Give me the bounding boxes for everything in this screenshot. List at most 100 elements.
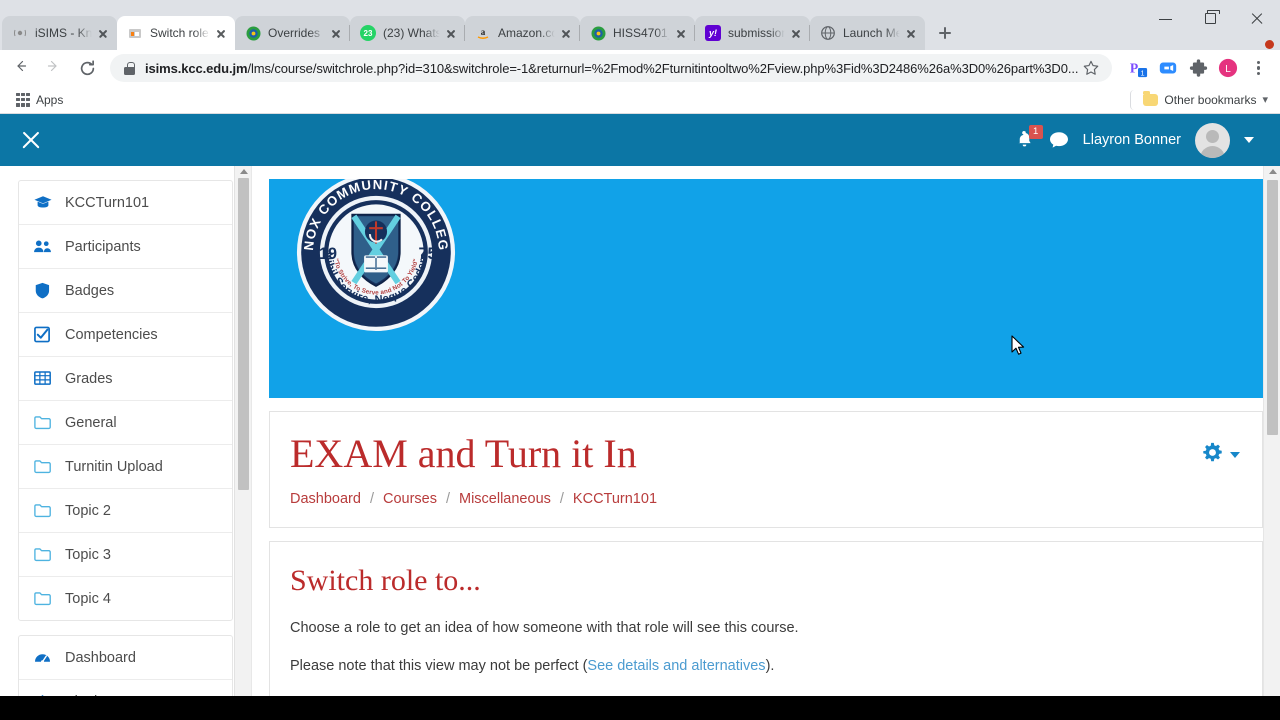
bookmark-apps-label: Apps bbox=[36, 92, 64, 107]
browser-toolbar: isims.kcc.edu.jm/lms/course/switchrole.p… bbox=[0, 50, 1280, 86]
folder-icon bbox=[1143, 91, 1159, 106]
people-icon bbox=[33, 238, 52, 255]
browser-tab-overrides[interactable]: Overrides bbox=[235, 16, 350, 50]
chevron-down-icon[interactable] bbox=[1244, 137, 1254, 143]
bell-icon[interactable]: 1 bbox=[1015, 125, 1043, 151]
browser-tab-hiss4701[interactable]: HISS4701_S1_ bbox=[579, 16, 695, 50]
isims-icon bbox=[12, 25, 28, 41]
reload-button[interactable] bbox=[72, 53, 102, 83]
back-button[interactable] bbox=[8, 53, 38, 83]
bookmark-star-icon[interactable] bbox=[1080, 57, 1102, 79]
close-icon[interactable] bbox=[328, 25, 344, 41]
breadcrumb-item-miscellaneous[interactable]: Miscellaneous bbox=[459, 491, 551, 507]
close-icon[interactable] bbox=[95, 25, 111, 41]
sidebar-item-label: Topic 4 bbox=[65, 590, 111, 607]
close-icon[interactable] bbox=[558, 25, 574, 41]
sidebar-item-dashboard[interactable]: Dashboard bbox=[19, 636, 232, 680]
yahoo-icon: y! bbox=[705, 25, 721, 41]
globe-icon bbox=[820, 25, 836, 41]
sidebar-item-badges[interactable]: Badges bbox=[19, 269, 232, 313]
window-minimize-button[interactable] bbox=[1144, 4, 1189, 34]
sidebar-item-label: Topic 3 bbox=[65, 546, 111, 563]
amazon-icon: a bbox=[475, 25, 491, 41]
scrollbar-thumb[interactable] bbox=[1267, 180, 1278, 435]
breadcrumb-separator: / bbox=[369, 491, 374, 507]
sidebar-item-topic-3[interactable]: Topic 3 bbox=[19, 533, 232, 577]
sidebar-item-topic-2[interactable]: Topic 2 bbox=[19, 489, 232, 533]
bookmark-apps[interactable]: Apps bbox=[8, 90, 71, 110]
browser-tab-title: iSIMS - Knox C bbox=[35, 26, 93, 40]
sidebar-item-label: Badges bbox=[65, 282, 115, 299]
sidebar-item-topic-4[interactable]: Topic 4 bbox=[19, 577, 232, 620]
message-bubble-icon[interactable] bbox=[1049, 131, 1069, 149]
close-icon[interactable] bbox=[673, 25, 689, 41]
gear-icon[interactable] bbox=[1202, 442, 1223, 468]
switch-role-paragraph-2: Please note that this view may not be pe… bbox=[290, 658, 1242, 674]
profile-avatar-icon[interactable]: L bbox=[1214, 54, 1242, 82]
whatsapp-icon: 23 bbox=[360, 25, 376, 41]
folder-icon bbox=[33, 590, 52, 607]
other-bookmarks-button[interactable]: Other bookmarks ▾ bbox=[1130, 89, 1272, 110]
browser-tab-title: HISS4701_S1_ bbox=[613, 26, 671, 40]
notification-badge: 1 bbox=[1028, 125, 1043, 139]
browser-tab-isims[interactable]: iSIMS - Knox C bbox=[2, 16, 117, 50]
breadcrumb: Dashboard / Courses / Miscellaneous / KC… bbox=[290, 491, 1242, 507]
url-domain: isims.kcc.edu.jm bbox=[145, 60, 248, 76]
sidebar-item-general[interactable]: General bbox=[19, 401, 232, 445]
avatar[interactable] bbox=[1195, 122, 1230, 158]
window-maximize-button[interactable] bbox=[1189, 4, 1234, 34]
close-drawer-icon[interactable] bbox=[0, 114, 56, 166]
url-path: /lms/course/switchrole.php?id=310&switch… bbox=[247, 60, 1079, 76]
scroll-up-icon[interactable] bbox=[239, 169, 248, 174]
window-controls bbox=[1144, 0, 1280, 50]
browser-window: iSIMS - Knox C Switch role to... Overrid… bbox=[0, 0, 1280, 720]
scroll-up-icon[interactable] bbox=[1268, 169, 1277, 174]
address-bar[interactable]: isims.kcc.edu.jm/lms/course/switchrole.p… bbox=[110, 54, 1112, 82]
browser-tab-switch-role[interactable]: Switch role to... bbox=[117, 16, 235, 50]
browser-tab-submission[interactable]: y! submission da bbox=[694, 16, 810, 50]
forward-button[interactable] bbox=[40, 53, 70, 83]
sidebar-item-participants[interactable]: Participants bbox=[19, 225, 232, 269]
close-icon[interactable] bbox=[788, 25, 804, 41]
navbar-username[interactable]: Llayron Bonner bbox=[1083, 132, 1181, 148]
sidebar-item-label: Grades bbox=[65, 370, 113, 387]
see-details-and-alternatives-link[interactable]: See details and alternatives bbox=[587, 658, 765, 674]
folder-icon bbox=[33, 458, 52, 475]
grammarly-extension-icon[interactable]: P1 bbox=[1124, 54, 1152, 82]
extensions-puzzle-icon[interactable] bbox=[1184, 54, 1212, 82]
browser-tab-whatsapp[interactable]: 23 (23) WhatsApp bbox=[349, 16, 465, 50]
checkbox-checked-icon bbox=[33, 326, 52, 343]
zoom-extension-icon[interactable] bbox=[1154, 54, 1182, 82]
chevron-down-icon[interactable] bbox=[1230, 452, 1240, 458]
browser-tab-title: Launch Meeti bbox=[843, 26, 901, 40]
breadcrumb-item-kccturn101[interactable]: KCCTurn101 bbox=[573, 491, 657, 507]
breadcrumb-item-dashboard[interactable]: Dashboard bbox=[290, 491, 361, 507]
browser-tabstrip-bar: iSIMS - Knox C Switch role to... Overrid… bbox=[0, 0, 1280, 50]
window-close-button[interactable] bbox=[1234, 4, 1280, 34]
extension-toolbar: P1 L bbox=[1120, 54, 1272, 82]
chrome-menu-icon[interactable] bbox=[1244, 54, 1272, 82]
paragraph-suffix: ). bbox=[765, 658, 775, 674]
browser-tab-title: submission da bbox=[728, 26, 786, 40]
page-scrollbar[interactable] bbox=[1263, 166, 1280, 720]
close-icon[interactable] bbox=[443, 25, 459, 41]
browser-tab-amazon[interactable]: a Amazon.com T bbox=[464, 16, 580, 50]
new-tab-button[interactable] bbox=[931, 19, 959, 47]
course-settings-menu-button[interactable] bbox=[1202, 442, 1240, 468]
drawer-scrollbar[interactable] bbox=[234, 166, 251, 720]
extension-badge-count: 1 bbox=[1141, 68, 1145, 77]
paragraph-prefix: Please note that this view may not be pe… bbox=[290, 658, 588, 674]
sidebar-item-label: KCCTurn101 bbox=[65, 194, 150, 211]
apps-grid-icon bbox=[16, 92, 30, 107]
browser-tab-launch-meeting[interactable]: Launch Meeti bbox=[809, 16, 925, 50]
scrollbar-thumb[interactable] bbox=[238, 178, 249, 490]
address-bar-url: isims.kcc.edu.jm/lms/course/switchrole.p… bbox=[145, 61, 1080, 76]
sidebar-item-kccturn101[interactable]: KCCTurn101 bbox=[19, 181, 232, 225]
svg-text:L: L bbox=[1225, 64, 1231, 75]
breadcrumb-item-courses[interactable]: Courses bbox=[383, 491, 437, 507]
close-icon[interactable] bbox=[213, 25, 229, 41]
sidebar-item-competencies[interactable]: Competencies bbox=[19, 313, 232, 357]
sidebar-item-grades[interactable]: Grades bbox=[19, 357, 232, 401]
close-icon[interactable] bbox=[903, 25, 919, 41]
sidebar-item-turnitin-upload[interactable]: Turnitin Upload bbox=[19, 445, 232, 489]
